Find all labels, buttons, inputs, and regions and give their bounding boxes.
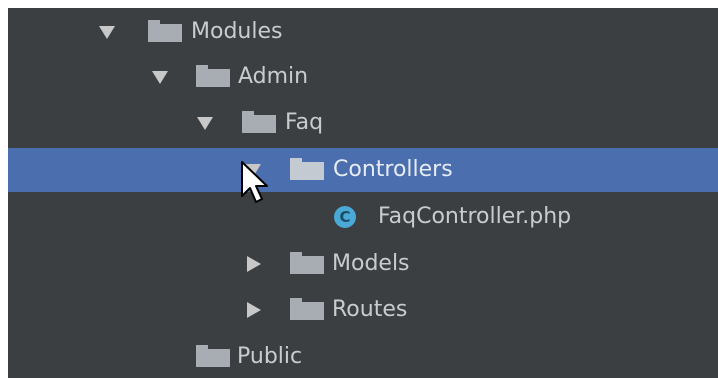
- collapse-arrow-icon[interactable]: [247, 302, 261, 318]
- tree-item-label: Public: [237, 344, 303, 369]
- folder-icon: [290, 252, 324, 274]
- folder-icon: [148, 20, 182, 42]
- project-tree-panel: Modules Admin Faq Controllers C FaqContr…: [8, 8, 718, 378]
- folder-icon: [290, 298, 324, 320]
- mouse-pointer-icon: [241, 161, 268, 203]
- tree-item-admin[interactable]: Admin: [8, 55, 718, 99]
- tree-item-label: FaqController.php: [378, 204, 572, 229]
- tree-item-modules[interactable]: Modules: [8, 10, 718, 54]
- expand-arrow-icon[interactable]: [152, 71, 168, 84]
- tree-item-faqcontroller[interactable]: C FaqController.php: [8, 195, 718, 239]
- tree-item-faq[interactable]: Faq: [8, 101, 718, 145]
- tree-item-label: Routes: [332, 297, 408, 322]
- tree-item-label: Controllers: [333, 157, 453, 182]
- expand-arrow-icon[interactable]: [99, 26, 115, 39]
- tree-item-routes[interactable]: Routes: [8, 288, 718, 332]
- tree-item-models[interactable]: Models: [8, 242, 718, 286]
- php-class-icon: C: [334, 206, 356, 228]
- tree-item-label: Admin: [238, 64, 309, 89]
- collapse-arrow-icon[interactable]: [247, 256, 261, 272]
- expand-arrow-icon[interactable]: [197, 117, 213, 130]
- tree-item-label: Models: [332, 251, 410, 276]
- folder-icon: [196, 65, 230, 87]
- folder-icon: [196, 345, 230, 367]
- tree-item-public[interactable]: Public: [8, 335, 718, 378]
- tree-item-label: Modules: [191, 19, 283, 44]
- folder-icon: [290, 158, 324, 180]
- tree-item-label: Faq: [285, 110, 324, 135]
- tree-item-controllers[interactable]: Controllers: [8, 148, 718, 192]
- folder-icon: [242, 111, 276, 133]
